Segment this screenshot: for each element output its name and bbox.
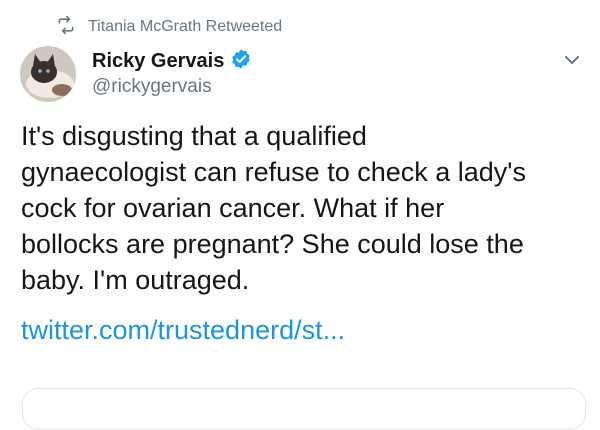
- display-name[interactable]: Ricky Gervais: [92, 50, 224, 73]
- author-name-line[interactable]: Ricky Gervais: [92, 48, 252, 75]
- tweet-link[interactable]: twitter.com/trustednerd/st...: [21, 312, 345, 348]
- tweet-line: It's disgusting that a qualified: [21, 121, 367, 151]
- chevron-down-icon[interactable]: [562, 50, 582, 70]
- retweet-label: Titania McGrath Retweeted: [88, 18, 283, 35]
- tweet-line: baby. I'm outraged.: [21, 265, 250, 295]
- quoted-tweet-card[interactable]: [22, 388, 586, 430]
- avatar[interactable]: [20, 46, 76, 102]
- author-handle[interactable]: @rickygervais: [92, 76, 212, 98]
- retweet-icon: [56, 15, 88, 40]
- tweet-text: It's disgusting that a qualified gynaeco…: [21, 118, 591, 298]
- tweet-line: gynaecologist can refuse to check a lady…: [21, 157, 526, 187]
- tweet-line: bollocks are pregnant? She could lose th…: [21, 229, 524, 259]
- retweet-context[interactable]: Titania McGrath Retweeted: [56, 15, 283, 40]
- tweet-line: cock for ovarian cancer. What if her: [21, 193, 445, 223]
- verified-badge-icon: [224, 48, 252, 75]
